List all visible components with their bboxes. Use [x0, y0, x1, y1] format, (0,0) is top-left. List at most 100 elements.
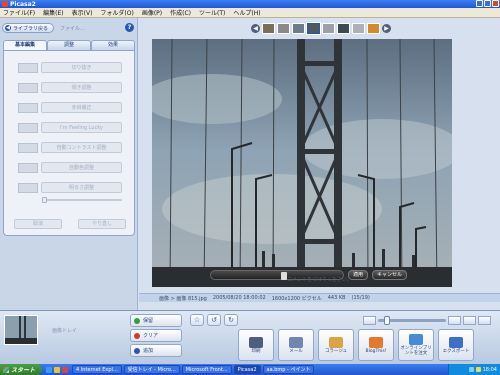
help-icon[interactable]: ?	[125, 23, 134, 32]
crop-button[interactable]: 切り抜き	[41, 62, 122, 73]
feeling-lucky-button[interactable]: I'm Feeling Lucky	[41, 122, 122, 133]
thumbnail[interactable]	[292, 22, 305, 34]
picasa-app-icon	[2, 1, 8, 7]
undo-redo-row: 取消 やり直し	[14, 219, 126, 229]
print-label: 印刷	[251, 348, 261, 354]
export-button[interactable]: エクスポート	[438, 329, 474, 361]
menu-bar: ファイル(F) 編集(E) 表示(V) フォルダ(O) 画像(P) 作成(C) …	[0, 8, 500, 18]
crop-icon	[18, 62, 38, 73]
auto-color-tool[interactable]: 自動色調整	[18, 161, 122, 174]
info-path: 画像 > 画像 815.jpg	[159, 295, 207, 302]
taskbar-item-picasa[interactable]: Picasa2	[233, 365, 261, 374]
redo-button[interactable]: やり直し	[78, 219, 126, 229]
back-arrow-icon: ◀	[5, 25, 11, 31]
print-button[interactable]: 印刷	[238, 329, 274, 361]
clear-icon	[134, 332, 140, 339]
maximize-icon[interactable]	[484, 0, 491, 7]
taskbar-item-paint[interactable]: aa.bmp - ペイント	[262, 365, 315, 374]
thumbnail[interactable]	[337, 22, 350, 34]
straighten-button[interactable]: 傾き調整	[41, 82, 122, 93]
single-view-icon[interactable]	[448, 316, 461, 325]
auto-color-icon	[18, 162, 38, 173]
menu-folder[interactable]: フォルダ(O)	[100, 8, 133, 17]
fit-view-icon[interactable]	[463, 316, 476, 325]
edit-panel: ◀ ライブラリ戻る ファイル… ? 基本編集 調整 効果 切り抜き 傾き調整 赤…	[0, 18, 138, 310]
blogthis-button[interactable]: BlogThis!	[358, 329, 394, 361]
tab-effects[interactable]: 効果	[91, 40, 135, 50]
menu-file[interactable]: ファイル(F)	[3, 8, 35, 17]
redeye-button[interactable]: 赤目補正	[41, 102, 122, 113]
hold-button[interactable]: 保留	[130, 314, 182, 327]
window-controls	[476, 0, 499, 7]
fill-light-slider[interactable]	[42, 197, 122, 203]
fill-light-tool[interactable]: 明るさ調整	[18, 181, 122, 194]
tab-tuning[interactable]: 調整	[47, 40, 91, 50]
menu-picture[interactable]: 画像(P)	[142, 8, 162, 17]
bridge-photo-image	[152, 39, 452, 287]
menu-view[interactable]: 表示(V)	[72, 8, 93, 17]
blogger-icon	[369, 336, 383, 348]
thumbnail[interactable]	[367, 22, 380, 34]
back-to-library-button[interactable]: ◀ ライブラリ戻る	[2, 23, 54, 33]
thumbnail[interactable]	[352, 22, 365, 34]
media-icon[interactable]	[62, 366, 68, 373]
taskbar-item-inbox[interactable]: 受信トレイ - Micro...	[123, 365, 180, 374]
volume-icon[interactable]	[475, 367, 481, 372]
zoom-slider[interactable]	[378, 316, 446, 325]
next-arrow-icon[interactable]: ▶	[382, 23, 391, 33]
zoom-control	[363, 316, 495, 325]
menu-tools[interactable]: ツール(T)	[199, 8, 225, 17]
straighten-tool[interactable]: 傾き調整	[18, 81, 122, 94]
start-button[interactable]: スタート	[0, 364, 42, 375]
add-button[interactable]: 追加	[130, 344, 182, 357]
add-label: 追加	[143, 348, 154, 354]
bridge-photo	[152, 39, 452, 287]
undo-button[interactable]: 取消	[14, 219, 62, 229]
auto-contrast-icon	[18, 142, 38, 153]
full-view-icon[interactable]	[478, 316, 491, 325]
minimize-icon[interactable]	[476, 0, 483, 7]
clear-button[interactable]: クリア	[130, 329, 182, 342]
rotate-right-icon[interactable]: ↻	[224, 314, 238, 326]
close-icon[interactable]	[492, 0, 499, 7]
auto-color-button[interactable]: 自動色調整	[41, 162, 122, 173]
collage-button[interactable]: コラージュ	[318, 329, 354, 361]
tray-quick-icons: ☆ ↺ ↻	[190, 314, 238, 326]
caption-field[interactable]: コメントをつけてください。	[139, 276, 500, 284]
hold-label: 保留	[143, 318, 154, 324]
menu-help[interactable]: ヘルプ(H)	[233, 8, 260, 17]
taskbar-item-ie[interactable]: 4 Internet Expl...	[72, 365, 122, 374]
email-label: メール	[289, 348, 303, 354]
crop-tool[interactable]: 切り抜き	[18, 61, 122, 74]
slider-knob[interactable]	[42, 197, 47, 203]
thumbnail[interactable]	[277, 22, 290, 34]
auto-contrast-tool[interactable]: 自動コントラスト調整	[18, 141, 122, 154]
feeling-lucky-icon	[18, 122, 38, 133]
thumbnail[interactable]	[262, 22, 275, 34]
online-prints-icon	[409, 334, 423, 345]
tray-thumbnail[interactable]	[4, 315, 38, 345]
order-prints-button[interactable]: オンラインプリントを注文	[398, 329, 434, 361]
previous-arrow-icon[interactable]: ◀	[251, 23, 260, 33]
file-button[interactable]: ファイル…	[60, 25, 85, 32]
back-to-library-label: ライブラリ戻る	[13, 25, 49, 32]
taskbar-item-frontpage[interactable]: Microsoft Front...	[181, 365, 232, 374]
ie-icon[interactable]	[46, 366, 52, 373]
redeye-tool[interactable]: 赤目補正	[18, 101, 122, 114]
zoom-out-icon[interactable]	[363, 316, 376, 325]
auto-contrast-button[interactable]: 自動コントラスト調整	[41, 142, 122, 153]
menu-edit[interactable]: 編集(E)	[43, 8, 63, 17]
network-icon[interactable]	[468, 367, 474, 372]
fill-light-button[interactable]: 明るさ調整	[41, 182, 122, 193]
star-icon[interactable]: ☆	[190, 314, 204, 326]
email-button[interactable]: メール	[278, 329, 314, 361]
rotate-left-icon[interactable]: ↺	[207, 314, 221, 326]
taskbar: スタート 4 Internet Expl... 受信トレイ - Micro...…	[0, 364, 500, 375]
feeling-lucky-tool[interactable]: I'm Feeling Lucky	[18, 121, 122, 134]
tab-basic-edit[interactable]: 基本編集	[3, 40, 47, 50]
menu-create[interactable]: 作成(C)	[170, 8, 191, 17]
zoom-slider-knob[interactable]	[384, 316, 391, 325]
thumbnail[interactable]	[322, 22, 335, 34]
thumbnail-selected[interactable]	[306, 21, 321, 35]
folder-icon[interactable]	[54, 366, 60, 373]
